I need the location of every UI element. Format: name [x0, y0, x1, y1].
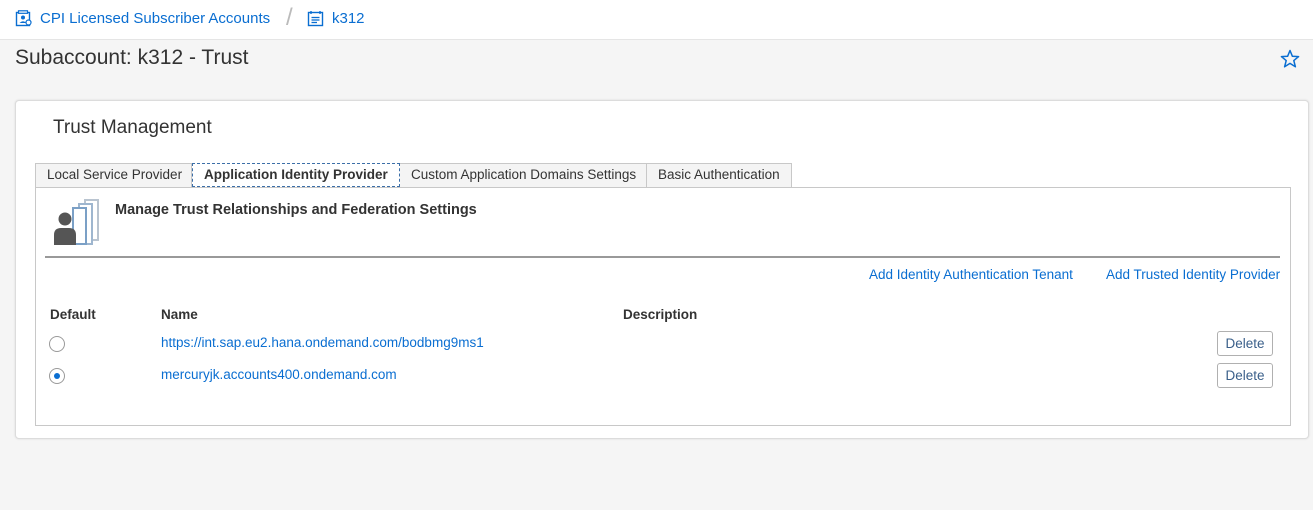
tab-panel: Manage Trust Relationships and Federatio… — [35, 187, 1291, 426]
column-header-name: Name — [161, 307, 198, 322]
star-icon[interactable] — [1280, 49, 1300, 69]
divider — [45, 256, 1280, 258]
breadcrumb-global-account[interactable]: CPI Licensed Subscriber Accounts — [15, 8, 270, 28]
default-radio[interactable] — [49, 336, 65, 352]
breadcrumb-subaccount[interactable]: k312 — [307, 8, 365, 28]
column-header-default: Default — [50, 307, 96, 322]
breadcrumb-label: k312 — [332, 9, 365, 27]
page-title: Subaccount: k312 - Trust — [15, 46, 249, 69]
identity-provider-name-link[interactable]: mercuryjk.accounts400.ondemand.com — [161, 367, 397, 382]
tab-bar: Local Service Provider Application Ident… — [35, 163, 792, 187]
column-header-description: Description — [623, 307, 698, 322]
table-row: https://int.sap.eu2.hana.ondemand.com/bo… — [36, 331, 1292, 357]
breadcrumb: CPI Licensed Subscriber Accounts / k312 — [0, 0, 1313, 40]
identity-provider-name-link[interactable]: https://int.sap.eu2.hana.ondemand.com/bo… — [161, 335, 484, 350]
panel-heading: Manage Trust Relationships and Federatio… — [115, 202, 477, 218]
tab-application-identity-provider[interactable]: Application Identity Provider — [192, 163, 400, 187]
global-account-icon — [15, 9, 32, 26]
add-identity-authentication-tenant-link[interactable]: Add Identity Authentication Tenant — [869, 267, 1073, 282]
tab-basic-authentication[interactable]: Basic Authentication — [647, 163, 792, 187]
add-trusted-identity-provider-link[interactable]: Add Trusted Identity Provider — [1106, 267, 1280, 282]
tab-local-service-provider[interactable]: Local Service Provider — [35, 163, 192, 187]
trust-users-icon — [54, 199, 99, 245]
breadcrumb-label: CPI Licensed Subscriber Accounts — [40, 9, 271, 27]
trust-management-card: Trust Management Local Service Provider … — [15, 100, 1309, 439]
subaccount-icon — [307, 10, 324, 26]
card-title: Trust Management — [53, 117, 212, 138]
tab-custom-application-domains-settings[interactable]: Custom Application Domains Settings — [400, 163, 647, 187]
delete-button[interactable]: Delete — [1217, 331, 1273, 356]
breadcrumb-separator: / — [286, 4, 293, 31]
delete-button[interactable]: Delete — [1217, 363, 1273, 388]
default-radio[interactable] — [49, 368, 65, 384]
table-row: mercuryjk.accounts400.ondemand.com Delet… — [36, 363, 1292, 389]
